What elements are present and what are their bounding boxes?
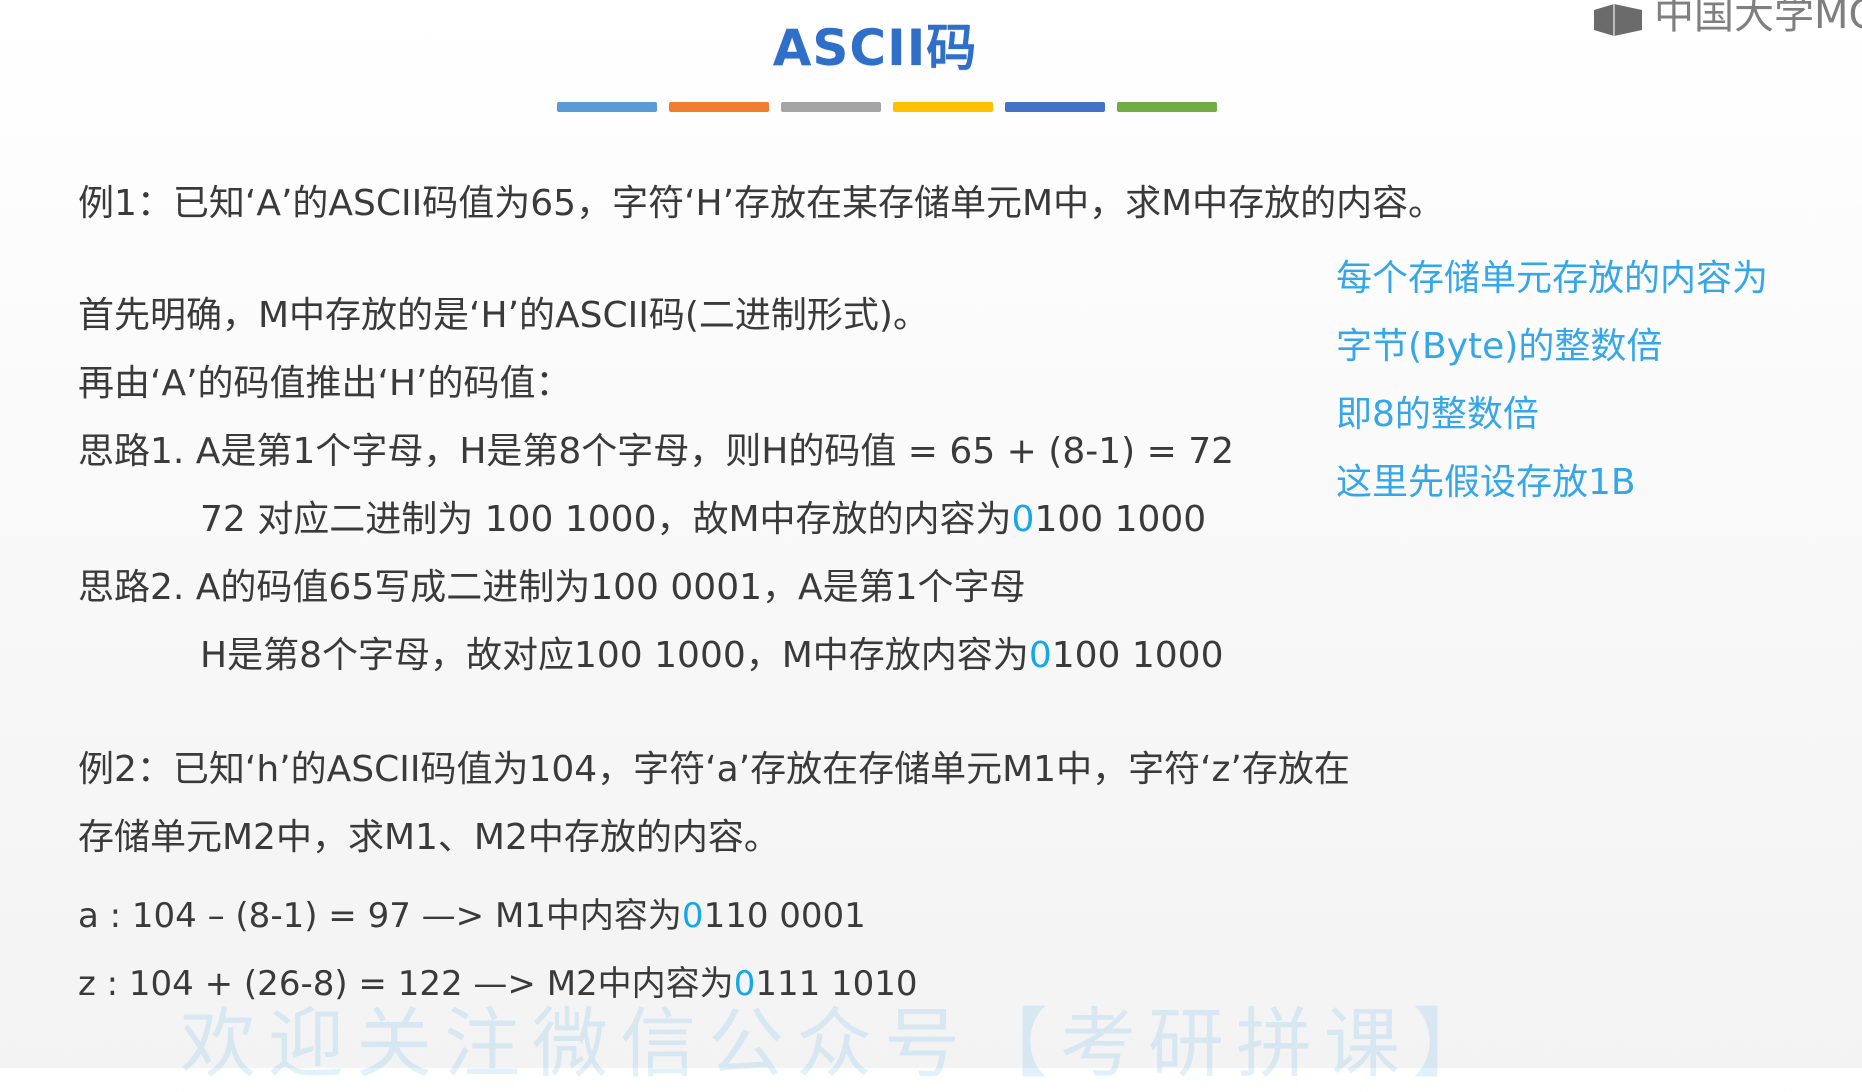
example2-calc-a: a : 104 – (8-1) = 97 —> M1中内容为0110 0001: [78, 882, 866, 950]
example1-idea1-detail: 72 对应二进制为 100 1000，故M中存放的内容为0100 1000: [78, 486, 1206, 554]
title-color-bars: [557, 102, 1217, 112]
calc-a-highlight: 0: [681, 896, 704, 936]
example1-line1: 首先明确，M中存放的是‘H’的ASCII码(二进制形式)。: [78, 295, 929, 336]
calc-a-prefix: a : 104 – (8-1) = 97 —> M1中内容为: [78, 896, 682, 936]
logo-icon: [1594, 4, 1642, 36]
side-note-line4: 这里先假设存放1B: [1336, 462, 1636, 503]
idea2-detail-highlight: 0: [1028, 635, 1052, 676]
side-note-line2: 字节(Byte)的整数倍: [1336, 326, 1663, 367]
side-note-line1: 每个存储单元存放的内容为: [1336, 258, 1769, 299]
example2-question-line2: 存储单元M2中，求M1、M2中存放的内容。: [78, 817, 780, 858]
logo-text: 中国大学MO: [1654, 0, 1862, 38]
side-note-line3: 即8的整数倍: [1336, 394, 1539, 435]
calc-z-prefix: z : 104 + (26-8) = 122 —> M2中内容为: [78, 964, 734, 1004]
color-bar-4: [893, 102, 993, 112]
idea1-detail-prefix: 72 对应二进制为 100 1000，故M中存放的内容为: [200, 499, 1012, 540]
calc-z-suffix: 111 1010: [755, 964, 918, 1004]
example1-line2: 再由‘A’的码值推出‘H’的码值：: [78, 363, 572, 404]
color-bar-3: [781, 102, 881, 112]
calc-z-highlight: 0: [733, 964, 756, 1004]
slide-title: ASCII码: [772, 19, 978, 77]
color-bar-5: [1005, 102, 1105, 112]
platform-logo: 中国大学MO: [1590, 0, 1862, 40]
example2-calc-z: z : 104 + (26-8) = 122 —> M2中内容为0111 101…: [78, 950, 918, 1018]
idea2-detail-suffix: 100 1000: [1051, 635, 1224, 676]
side-note: 每个存储单元存放的内容为 字节(Byte)的整数倍 即8的整数倍 这里先假设存放…: [1336, 245, 1768, 517]
example1-idea2: 思路2. A的码值65写成二进制为100 0001，A是第1个字母: [78, 567, 1026, 608]
idea1-detail-suffix: 100 1000: [1034, 499, 1207, 540]
color-bar-2: [669, 102, 769, 112]
example2-question-line1: 例2：已知‘h’的ASCII码值为104，字符‘a’存放在存储单元M1中，字符‘…: [78, 749, 1350, 790]
example1-question: 例1：已知‘A’的ASCII码值为65，字符‘H’存放在某存储单元M中，求M中存…: [78, 183, 1445, 224]
example1-idea2-detail: H是第8个字母，故对应100 1000，M中存放内容为0100 1000: [78, 622, 1224, 690]
calc-a-suffix: 110 0001: [703, 896, 866, 936]
example1-idea1: 思路1. A是第1个字母，H是第8个字母，则H的码值 = 65 + (8-1) …: [78, 431, 1235, 472]
idea1-detail-highlight: 0: [1011, 499, 1035, 540]
color-bar-1: [557, 102, 657, 112]
color-bar-6: [1117, 102, 1217, 112]
idea2-detail-prefix: H是第8个字母，故对应100 1000，M中存放内容为: [200, 635, 1029, 676]
